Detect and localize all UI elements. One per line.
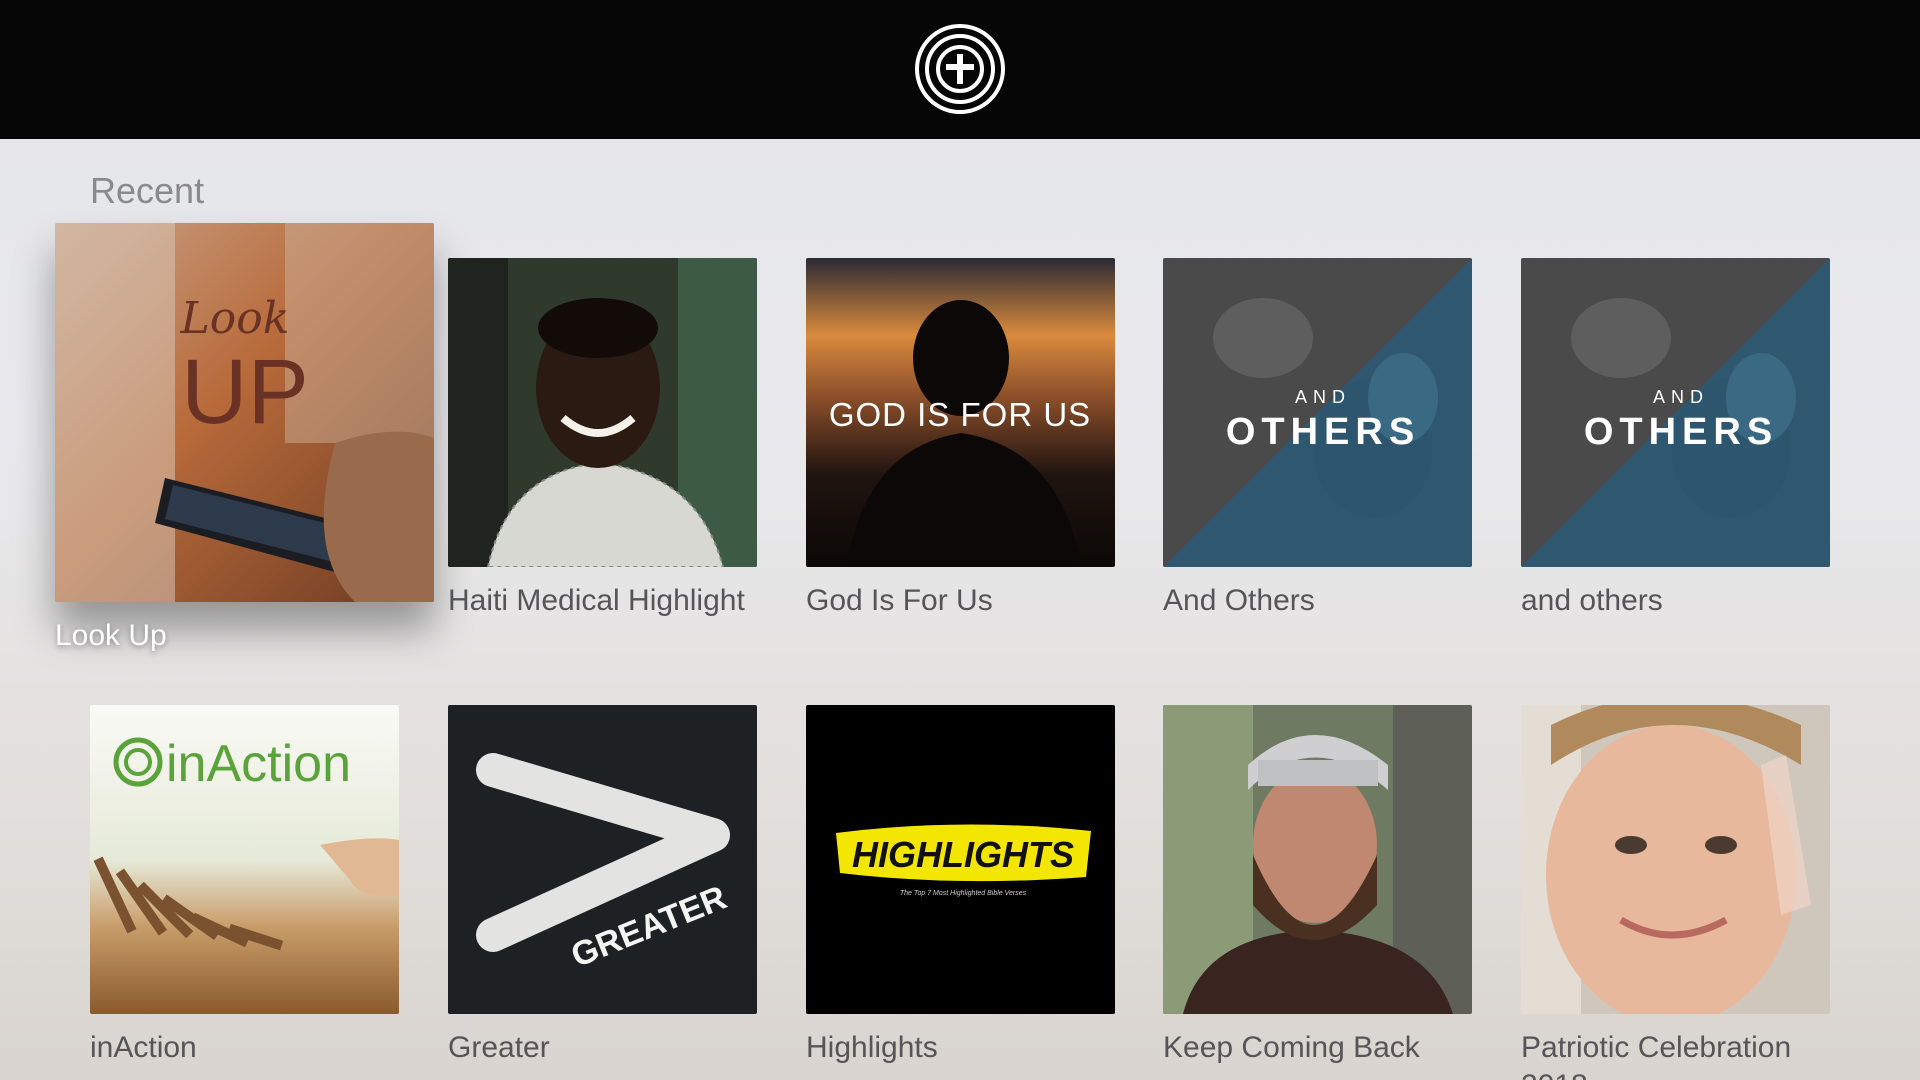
tile-title: Haiti Medical Highlight (448, 584, 745, 617)
tile-title: Highlights (806, 1031, 938, 1064)
tile-artwork (448, 258, 757, 567)
tile-artwork (1163, 705, 1472, 1014)
tile-title: and others (1521, 584, 1663, 617)
artwork-title: GOD IS FOR US (829, 396, 1091, 433)
artwork-subtitle: UP (181, 341, 309, 443)
artwork-title: OTHERS (1226, 411, 1420, 453)
tile-title: Keep Coming Back (1163, 1031, 1420, 1064)
artwork-title: OTHERS (1584, 411, 1778, 453)
artwork-title: HIGHLIGHTS (852, 834, 1074, 875)
artwork-title: Look (180, 293, 290, 344)
tile-artwork: Look UP (55, 223, 434, 602)
tile-title: Patriotic Celebration 2018 (1521, 1031, 1792, 1080)
tile-title: Look Up (55, 619, 167, 652)
tile-artwork: AND OTHERS (1163, 258, 1472, 567)
tile-artwork: HIGHLIGHTS The Top 7 Most Highlighted Bi… (806, 705, 1115, 1014)
section-title: Recent (90, 170, 205, 211)
tile-title: Greater (448, 1031, 550, 1064)
tile-artwork: AND OTHERS (1521, 258, 1830, 567)
top-bar (0, 0, 1920, 139)
artwork-small-text: AND (1653, 387, 1709, 407)
tile-artwork (1521, 705, 1830, 1014)
artwork-subtitle: The Top 7 Most Highlighted Bible Verses (900, 890, 1027, 897)
circle-cross-logo-icon[interactable] (913, 22, 1007, 116)
tile-artwork: GREATER (448, 705, 757, 1014)
tile-title: inAction (90, 1031, 197, 1064)
tile-artwork: inAction (90, 705, 399, 1014)
tile-title: And Others (1163, 584, 1315, 617)
tile-artwork: GOD IS FOR US (806, 258, 1115, 567)
artwork-small-text: AND (1295, 387, 1351, 407)
artwork-title: inAction (166, 735, 351, 793)
tile-title: God Is For Us (806, 584, 993, 617)
